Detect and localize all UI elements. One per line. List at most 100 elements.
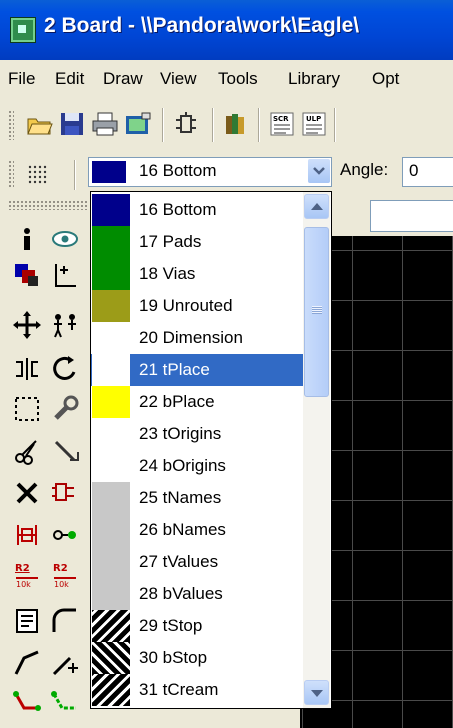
grip-icon <box>312 306 322 314</box>
smash-icon[interactable] <box>12 606 42 636</box>
rotate-icon[interactable] <box>50 354 80 384</box>
optimize-icon[interactable] <box>50 648 80 678</box>
svg-text:SCR: SCR <box>273 115 289 123</box>
delete-icon[interactable] <box>12 478 42 508</box>
layer-option-label: 30 bStop <box>139 648 208 667</box>
layer-swatch <box>92 290 130 322</box>
cam-icon[interactable] <box>124 110 152 138</box>
layer-option[interactable]: 19 Unrouted <box>91 290 303 322</box>
menu-tools[interactable]: Tools <box>218 69 258 89</box>
svg-text:ULP: ULP <box>306 115 321 123</box>
layer-option-label: 16 Bottom <box>139 200 217 219</box>
layer-option-label: 31 tCream <box>139 680 219 699</box>
miter-icon[interactable] <box>50 606 80 636</box>
scroll-down-button[interactable] <box>304 680 329 705</box>
print-icon[interactable] <box>91 110 119 138</box>
layer-option[interactable]: 27 tValues <box>91 546 303 578</box>
layer-option-selected[interactable]: 21 tPlace <box>91 354 303 386</box>
layer-option[interactable]: 25 tNames <box>91 482 303 514</box>
menu-bar: File Edit Draw View Tools Library Opt <box>0 60 453 99</box>
menu-library[interactable]: Library <box>288 69 340 89</box>
layer-option[interactable]: 24 bOrigins <box>91 450 303 482</box>
library-icon[interactable] <box>222 110 250 138</box>
grid-icon[interactable] <box>24 161 52 189</box>
pinswap-icon[interactable] <box>50 520 80 550</box>
layer-option-label: 24 bOrigins <box>139 456 226 475</box>
angle-input[interactable]: 0 <box>402 157 453 187</box>
coordinate-field[interactable] <box>370 200 453 232</box>
svg-text:R2: R2 <box>53 563 68 574</box>
dropdown-scrollbar[interactable] <box>303 192 330 708</box>
route-icon[interactable] <box>12 690 42 720</box>
layer-color-swatch <box>92 161 126 183</box>
toolbar-separator <box>334 108 336 142</box>
layer-swatch <box>92 578 130 610</box>
display-icon[interactable] <box>12 260 42 290</box>
svg-text:10k: 10k <box>54 580 69 588</box>
layer-option-label: 20 Dimension <box>139 328 243 347</box>
menu-view[interactable]: View <box>160 69 197 89</box>
toolbar-separator <box>162 108 164 142</box>
palette-grip[interactable] <box>8 200 88 210</box>
cut-icon[interactable] <box>12 436 42 466</box>
layer-option[interactable]: 23 tOrigins <box>91 418 303 450</box>
eagle-app-icon[interactable] <box>10 17 36 43</box>
layer-option[interactable]: 28 bValues <box>91 578 303 610</box>
layer-swatch <box>92 674 130 706</box>
move-icon[interactable] <box>12 310 42 340</box>
layer-swatch <box>92 194 130 226</box>
script-icon[interactable]: SCR <box>268 110 296 138</box>
name-icon[interactable]: R2 10k <box>12 558 42 588</box>
menu-draw[interactable]: Draw <box>103 69 143 89</box>
layer-swatch <box>92 386 130 418</box>
layer-option[interactable]: 31 tCream <box>91 674 303 706</box>
group-icon[interactable] <box>12 394 42 424</box>
layer-option-label: 19 Unrouted <box>139 296 233 315</box>
split-icon[interactable] <box>12 648 42 678</box>
ulp-icon[interactable]: ULP <box>300 110 328 138</box>
layer-option[interactable]: 26 bNames <box>91 514 303 546</box>
layer-option[interactable]: 29 tStop <box>91 610 303 642</box>
chevron-down-icon[interactable] <box>308 159 330 183</box>
window-title: 2 Board - \\Pandora\work\Eagle\ <box>44 14 360 37</box>
layer-option[interactable]: 18 Vias <box>91 258 303 290</box>
show-icon[interactable] <box>50 224 80 254</box>
value-icon[interactable]: R2 10k <box>50 558 80 588</box>
paste-icon[interactable] <box>50 436 80 466</box>
change-icon[interactable] <box>50 394 80 424</box>
layer-option[interactable]: 20 Dimension <box>91 322 303 354</box>
toolbar-grip[interactable] <box>8 110 14 140</box>
layer-swatch <box>92 226 130 258</box>
layer-option-label: 21 tPlace <box>139 360 210 379</box>
layer-option[interactable]: 17 Pads <box>91 226 303 258</box>
toolbar-separator <box>258 108 260 142</box>
menu-file[interactable]: File <box>8 69 35 89</box>
layer-option[interactable]: 16 Bottom <box>91 194 303 226</box>
layer-option[interactable]: 30 bStop <box>91 642 303 674</box>
toolbar-separator <box>74 160 76 190</box>
menu-edit[interactable]: Edit <box>55 69 84 89</box>
mirror-icon[interactable] <box>12 354 42 384</box>
scroll-thumb[interactable] <box>304 227 329 397</box>
menu-options[interactable]: Opt <box>372 69 399 89</box>
title-bar: 2 Board - \\Pandora\work\Eagle\ <box>0 0 453 60</box>
copy-icon[interactable] <box>50 310 80 340</box>
mark-icon[interactable] <box>50 260 80 290</box>
scroll-up-button[interactable] <box>304 194 329 219</box>
info-icon[interactable] <box>12 224 42 254</box>
svg-text:10k: 10k <box>16 580 31 588</box>
layer-option[interactable]: 22 bPlace <box>91 386 303 418</box>
angle-value: 0 <box>409 161 419 180</box>
layer-swatch <box>92 610 130 642</box>
layer-option-label: 17 Pads <box>139 232 202 251</box>
schematic-icon[interactable] <box>172 110 200 138</box>
add-icon[interactable] <box>50 478 80 508</box>
layer-select[interactable]: 16 Bottom <box>88 157 332 187</box>
ripup-icon[interactable] <box>50 690 80 720</box>
layer-dropdown-list[interactable]: 16 Bottom 17 Pads 18 Vias 19 Unrouted 20… <box>90 191 332 709</box>
layer-swatch <box>92 642 130 674</box>
open-icon[interactable] <box>26 110 54 138</box>
save-icon[interactable] <box>58 110 86 138</box>
replace-icon[interactable] <box>12 520 42 550</box>
toolbar-grip[interactable] <box>8 160 14 188</box>
